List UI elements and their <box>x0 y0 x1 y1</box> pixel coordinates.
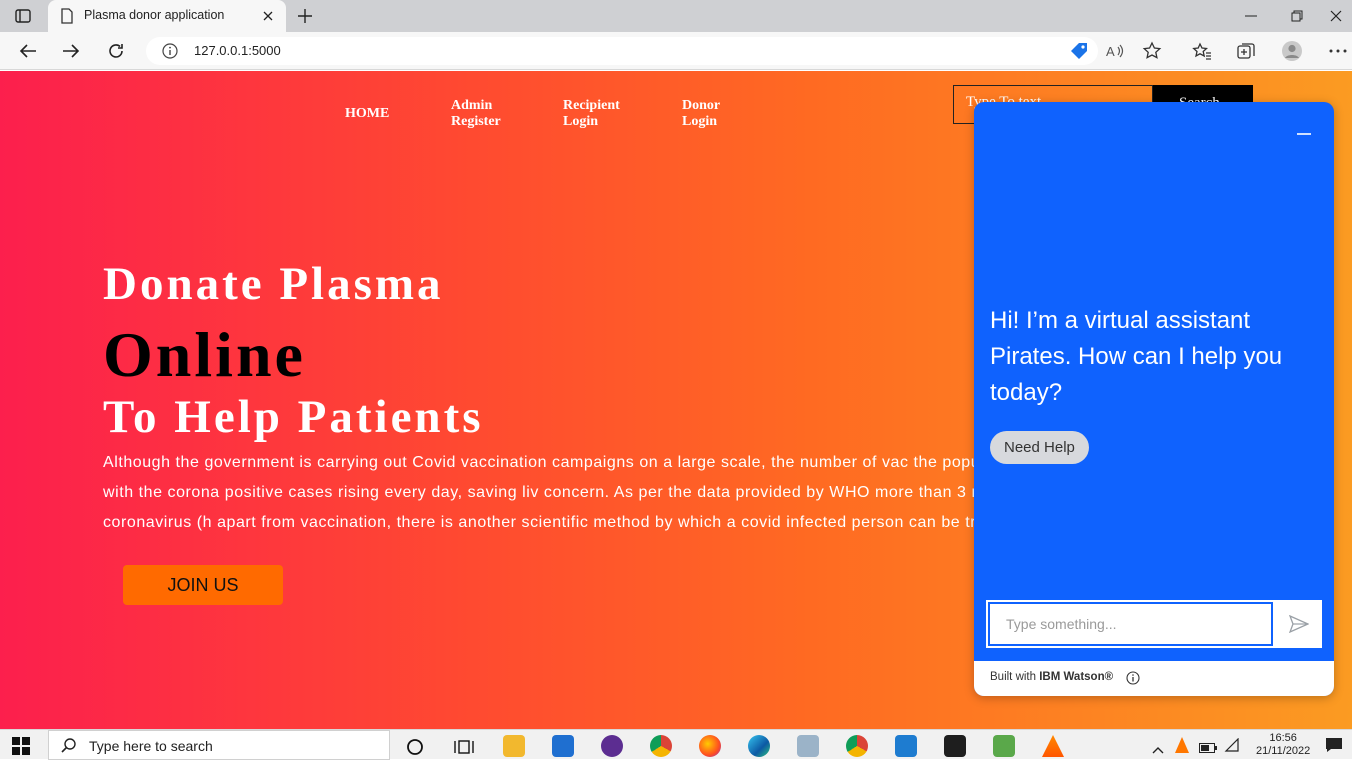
refresh-icon[interactable] <box>103 39 129 63</box>
chat-widget: Hi! I’m a virtual assistant Pirates. How… <box>974 102 1334 696</box>
chrome-profile-icon[interactable] <box>846 735 868 757</box>
battery-icon[interactable] <box>1199 740 1217 758</box>
edge-icon[interactable] <box>748 735 770 757</box>
nav-donor-login-link[interactable]: Donor Login <box>682 98 720 130</box>
windows-start-icon[interactable] <box>12 737 30 760</box>
vlc-tray-icon[interactable] <box>1175 737 1189 758</box>
watson-brand: IBM Watson® <box>1039 671 1114 683</box>
add-favorite-icon[interactable] <box>1139 39 1165 63</box>
notifications-icon[interactable] <box>1325 737 1343 758</box>
show-hidden-icons-icon[interactable] <box>1152 741 1164 759</box>
browser-toolbar: 127.0.0.1:5000 A <box>0 32 1352 70</box>
browser-tab[interactable]: Plasma donor application <box>48 0 286 32</box>
close-tab-icon[interactable] <box>258 6 278 26</box>
chat-greeting: Hi! I’m a virtual assistant Pirates. How… <box>990 307 1283 406</box>
taskbar-search-placeholder: Type here to search <box>89 738 213 754</box>
address-bar[interactable]: 127.0.0.1:5000 <box>146 37 1098 65</box>
svg-text:A: A <box>1106 44 1115 59</box>
tab-actions-icon[interactable] <box>12 6 34 26</box>
windows-taskbar: Type here to search 16:56 21/11/2022 <box>0 729 1352 761</box>
clock-time: 16:56 <box>1269 732 1297 744</box>
system-clock[interactable]: 16:56 21/11/2022 <box>1256 732 1310 758</box>
back-icon[interactable] <box>15 39 41 63</box>
profile-avatar-icon[interactable] <box>1279 39 1305 63</box>
nav-recipient-login-link[interactable]: Recipient Login <box>563 98 620 130</box>
hero-heading-line2: Online <box>103 319 306 390</box>
join-us-button[interactable]: JOIN US <box>123 565 283 605</box>
more-menu-icon[interactable] <box>1325 39 1351 63</box>
need-help-button[interactable]: Need Help <box>990 431 1089 464</box>
search-icon <box>61 738 77 759</box>
read-aloud-icon[interactable]: A <box>1102 39 1128 63</box>
tools-app-icon[interactable] <box>797 735 819 757</box>
firefox-icon[interactable] <box>699 735 721 757</box>
coupon-tag-icon[interactable] <box>1069 41 1089 66</box>
wifi-icon[interactable] <box>1224 737 1240 757</box>
nav-home-link[interactable]: HOME <box>345 106 389 122</box>
restore-window-icon[interactable] <box>1274 0 1320 32</box>
cortana-icon[interactable] <box>406 738 424 761</box>
built-with-text: Built with IBM Watson® <box>990 671 1114 683</box>
taskbar-search-box[interactable]: Type here to search <box>48 730 390 760</box>
vlc-icon[interactable] <box>1042 735 1064 757</box>
nav-admin-register-link[interactable]: Admin Register <box>451 98 501 130</box>
minimize-window-icon[interactable] <box>1228 0 1274 32</box>
collections-icon[interactable] <box>1233 39 1259 63</box>
forward-icon[interactable] <box>58 39 84 63</box>
terminal-icon[interactable] <box>944 735 966 757</box>
favorites-icon[interactable] <box>1189 39 1215 63</box>
watson-info-icon[interactable] <box>1126 671 1140 690</box>
media-app-icon[interactable] <box>601 735 623 757</box>
chrome-icon[interactable] <box>650 735 672 757</box>
browser-tab-bar: Plasma donor application <box>0 0 1352 32</box>
chat-input-area <box>986 600 1322 648</box>
chat-message-input[interactable] <box>988 602 1273 646</box>
hero-heading-line1: Donate Plasma <box>103 258 444 310</box>
minimize-chat-icon[interactable] <box>1292 124 1316 144</box>
file-explorer-icon[interactable] <box>503 735 525 757</box>
vscode-icon[interactable] <box>895 735 917 757</box>
new-tab-icon[interactable] <box>294 6 316 26</box>
task-view-icon[interactable] <box>454 738 474 761</box>
close-window-icon[interactable] <box>1320 0 1352 32</box>
hero-heading-line3: To Help Patients <box>103 391 484 443</box>
tab-title: Plasma donor application <box>84 8 225 22</box>
notepad-icon[interactable] <box>993 735 1015 757</box>
microsoft-store-icon[interactable] <box>552 735 574 757</box>
url-text[interactable]: 127.0.0.1:5000 <box>194 43 281 58</box>
chat-footer: Built with IBM Watson® <box>974 661 1334 696</box>
page-icon <box>60 8 74 29</box>
clock-date: 21/11/2022 <box>1256 745 1311 757</box>
site-info-icon[interactable] <box>162 43 178 64</box>
send-icon[interactable] <box>1288 613 1310 635</box>
